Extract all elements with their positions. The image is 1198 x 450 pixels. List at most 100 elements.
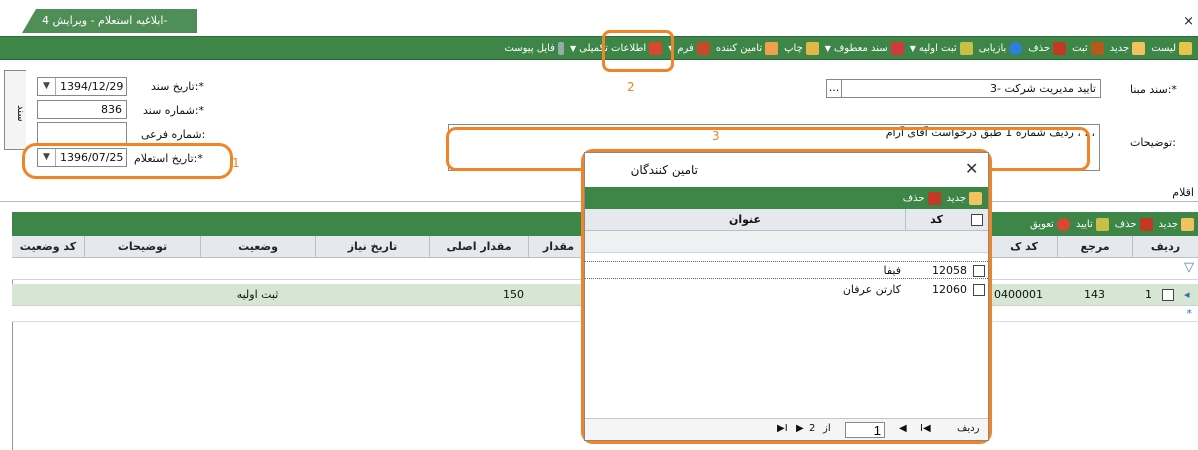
doc-date-value: 1394/12/29 (60, 80, 124, 93)
dialog-toolbar: جدید حذف (585, 187, 988, 209)
status-icon (959, 41, 973, 55)
next-page-icon[interactable]: ▶ (796, 423, 804, 434)
tab-document-edit[interactable]: ابلاغیه استعلام - ویرایش 4- (22, 9, 197, 33)
list-item[interactable]: 12058 فیفا (585, 261, 988, 279)
approve-icon (1095, 217, 1109, 231)
pager-of-label: از (823, 423, 831, 434)
chevron-down-icon[interactable]: ▼ (570, 44, 576, 53)
toolbar-list-label: لیست (1151, 42, 1176, 54)
dialog-col-title-label: عنوان (728, 213, 762, 226)
pager-row-label: ردیف (957, 423, 980, 434)
close-icon[interactable]: ✕ (965, 161, 978, 177)
dialog-new-button[interactable]: جدید (946, 191, 982, 205)
toolbar-new-label: جدید (1109, 42, 1130, 54)
col-header-code[interactable]: کد ک (990, 236, 1057, 258)
filter-icon[interactable]: ▽ (1184, 260, 1194, 275)
close-icon[interactable]: × (1183, 14, 1194, 29)
dialog-pager: ردیف I◀ ◀ از 2 ▶ ▶I (585, 418, 988, 440)
sub-number-field[interactable] (37, 122, 127, 144)
delete-icon (1139, 217, 1153, 231)
col-ref-label: مرجع (1080, 240, 1110, 253)
toolbar-save-button[interactable]: ثبت (1072, 41, 1104, 55)
grid-new-button[interactable]: جدید (1159, 217, 1194, 231)
col-header-status[interactable]: وضعیت (200, 236, 315, 258)
base-doc-value: 3- تایید مدیریت شرکت (989, 82, 1096, 95)
side-tab-document[interactable]: سند (4, 70, 26, 150)
toolbar-status-button[interactable]: ثبت اولیه ▼ (910, 41, 973, 55)
toolbar-refresh-button[interactable]: بازیابی (978, 41, 1023, 55)
col-header-status-code[interactable]: کد وضعیت (12, 236, 84, 258)
col-status-label: وضعیت (238, 240, 278, 253)
grid-postpone-button[interactable]: تعویق (1029, 217, 1070, 231)
doc-number-value: 836 (101, 103, 122, 116)
toolbar-supplier-button[interactable]: تامین کننده (716, 41, 779, 55)
dialog-grid-header: کد عنوان (585, 209, 988, 231)
chevron-down-icon[interactable]: ▼ (910, 44, 916, 53)
row-status: ثبت اولیه (236, 288, 279, 301)
form-icon (696, 41, 710, 55)
row-checkbox[interactable] (1162, 289, 1174, 301)
toolbar-refresh-label: بازیابی (978, 42, 1007, 54)
toolbar-delete-label: حذف (1028, 42, 1051, 54)
attachment-icon (557, 41, 564, 55)
last-page-icon[interactable]: ▶I (777, 423, 788, 434)
chevron-down-icon[interactable]: ▼ (825, 44, 831, 53)
col-header-need-date[interactable]: تاریخ نیاز (315, 236, 429, 258)
highlight-inquiry-date (22, 143, 233, 179)
page-number-input[interactable] (845, 422, 885, 438)
toolbar-new-button[interactable]: جدید (1109, 41, 1146, 55)
dialog-new-label: جدید (946, 192, 966, 204)
col-header-orig-qty[interactable]: مقدار اصلی (429, 236, 528, 258)
print-icon (805, 41, 819, 55)
annotation-number-2: 2 (627, 80, 635, 94)
row-expand-icon[interactable]: ◂ (1180, 284, 1194, 306)
dialog-delete-button[interactable]: حذف (903, 191, 941, 205)
supplier-code: 12060 (932, 283, 967, 296)
linked-document-icon (890, 41, 904, 55)
main-toolbar: لیست جدید ثبت حذف بازیابی ثبت اولیه ▼ سند… (0, 36, 1198, 60)
toolbar-linked-doc-button[interactable]: سند معطوف ▼ (825, 41, 904, 55)
dialog-col-title[interactable]: عنوان (585, 209, 905, 231)
col-header-index[interactable]: ردیف (1132, 236, 1198, 258)
pager-total: 2 (809, 423, 816, 434)
doc-number-field[interactable]: 836 (37, 100, 127, 119)
clock-icon (1056, 217, 1070, 231)
toolbar-form-label: فرم (677, 42, 694, 54)
supplier-title: کارتن عرفان (842, 283, 901, 296)
toolbar-status-label: ثبت اولیه (918, 42, 957, 54)
toolbar-attachment-button[interactable]: فایل پیوست (504, 41, 564, 55)
toolbar-save-label: ثبت (1072, 42, 1088, 54)
dialog-filter-row[interactable] (585, 231, 988, 253)
base-doc-field[interactable]: 3- تایید مدیریت شرکت (826, 79, 1101, 98)
row-checkbox[interactable] (973, 265, 985, 277)
dialog-title: تامین کنندگان (630, 163, 698, 177)
grid-approve-button[interactable]: تایید (1076, 217, 1109, 231)
tab-title: ابلاغیه استعلام - ویرایش 4- (42, 14, 168, 27)
refresh-icon (1009, 41, 1023, 55)
new-row-marker: * (1186, 307, 1193, 320)
supplier-dialog: تامین کنندگان ✕ جدید حذف کد عنوان 12058 … (584, 152, 989, 441)
first-page-icon[interactable]: I◀ (920, 423, 931, 434)
col-header-description[interactable]: توضیحات (84, 236, 200, 258)
toolbar-delete-button[interactable]: حذف (1028, 41, 1067, 55)
toolbar-form-button[interactable]: فرم ▼ (668, 41, 710, 55)
base-doc-lookup-button[interactable]: ... (826, 79, 842, 98)
toolbar-attachment-label: فایل پیوست (504, 42, 555, 54)
prev-page-icon[interactable]: ◀ (899, 423, 907, 434)
toolbar-list-button[interactable]: لیست (1151, 41, 1192, 55)
toolbar-print-button[interactable]: چاپ (784, 41, 819, 55)
grid-postpone-label: تعویق (1029, 218, 1054, 230)
col-qty-label: مقدار (542, 240, 575, 253)
col-index-label: ردیف (1150, 240, 1181, 253)
col-header-ref[interactable]: مرجع (1057, 236, 1132, 258)
col-description-label: توضیحات (117, 240, 168, 253)
chevron-down-icon[interactable]: ▼ (38, 78, 56, 95)
row-checkbox[interactable] (973, 284, 985, 296)
base-doc-lookup-label: ... (828, 81, 840, 94)
select-all-checkbox[interactable] (971, 214, 983, 226)
list-item[interactable]: 12060 کارتن عرفان (585, 281, 988, 299)
grid-delete-button[interactable]: حذف (1115, 217, 1153, 231)
col-header-qty[interactable]: مقدار (528, 236, 588, 258)
dialog-col-code[interactable]: کد (905, 209, 967, 231)
doc-date-field[interactable]: ▼ 1394/12/29 (37, 77, 127, 96)
